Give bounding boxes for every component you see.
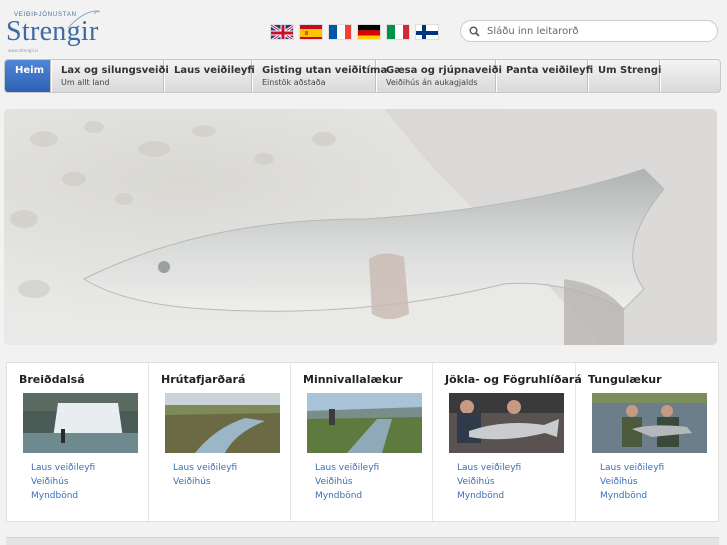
- nav-item-label: Panta veiðileyfi: [506, 65, 594, 76]
- river-panels: Breiðdalsá Laus veiðileyfi Veiðihús Mynd…: [6, 362, 719, 522]
- river-photo[interactable]: [449, 393, 564, 453]
- nav-item-home[interactable]: Heim: [5, 60, 51, 92]
- nav-item-sublabel: Um allt land: [61, 78, 110, 87]
- river-title[interactable]: Jökla- og Fögruhlíðará: [445, 373, 582, 386]
- nav-item-label: Lax og silungsveiði: [61, 65, 169, 76]
- nav-item-label: Heim: [15, 65, 44, 76]
- nav-item-label: Gisting utan veiðitíma: [262, 65, 388, 76]
- link-available-permits[interactable]: Laus veiðileyfi: [315, 461, 379, 475]
- search-box: [460, 20, 718, 42]
- river-photo[interactable]: [165, 393, 280, 453]
- france-flag-icon[interactable]: [328, 24, 352, 40]
- river-title[interactable]: Breiðdalsá: [19, 373, 148, 386]
- link-lodge[interactable]: Veiðihús: [600, 475, 664, 489]
- spain-flag-icon[interactable]: [299, 24, 323, 40]
- river-panel-hrutafjardara: Hrútafjarðará Laus veiðileyfi Veiðihús: [149, 363, 291, 521]
- river-panel-minnivallalaekur: Minnivallalækur Laus veiðileyfi Veiðihús…: [291, 363, 433, 521]
- river-title[interactable]: Minnivallalækur: [303, 373, 432, 386]
- river-links: Laus veiðileyfi Veiðihús Myndbönd: [31, 461, 95, 503]
- link-available-permits[interactable]: Laus veiðileyfi: [600, 461, 664, 475]
- link-videos[interactable]: Myndbönd: [457, 489, 521, 503]
- nav-item-sublabel: Einstök aðstaða: [262, 78, 326, 87]
- river-photo[interactable]: [307, 393, 422, 453]
- nav-item-label: Gæsa og rjúpnaveiði: [386, 65, 502, 76]
- link-videos[interactable]: Myndbönd: [315, 489, 379, 503]
- logo-url: www.strengir.is: [8, 48, 39, 53]
- link-available-permits[interactable]: Laus veiðileyfi: [31, 461, 95, 475]
- salmon-photo: [4, 109, 717, 345]
- finland-flag-icon[interactable]: [415, 24, 439, 40]
- nav-item-label: Um Strengi: [598, 65, 662, 76]
- river-photo[interactable]: [23, 393, 138, 453]
- nav-item-lodging[interactable]: Gisting utan veiðitíma Einstök aðstaða: [252, 60, 388, 92]
- nav-item-sublabel: Veiðihús án aukagjalds: [386, 78, 478, 87]
- river-panel-breiddalsa: Breiðdalsá Laus veiðileyfi Veiðihús Mynd…: [7, 363, 149, 521]
- river-links: Laus veiðileyfi Veiðihús Myndbönd: [457, 461, 521, 503]
- nav-item-goose-ptarmigan[interactable]: Gæsa og rjúpnaveiði Veiðihús án aukagjal…: [376, 60, 502, 92]
- fishing-line-icon: [67, 10, 101, 29]
- germany-flag-icon[interactable]: [357, 24, 381, 40]
- link-lodge[interactable]: Veiðihús: [31, 475, 95, 489]
- link-lodge[interactable]: Veiðihús: [457, 475, 521, 489]
- river-title[interactable]: Hrútafjarðará: [161, 373, 290, 386]
- nav-item-salmon-trout[interactable]: Lax og silungsveiði Um allt land: [51, 60, 169, 92]
- language-selector: [270, 24, 439, 40]
- river-panel-tungulaekur: Tungulækur Laus veiðileyfi Veiðihús Mynd…: [576, 363, 718, 521]
- nav-item-about[interactable]: Um Strengi: [588, 60, 662, 92]
- nav-item-label: Laus veiðileyfi: [174, 65, 255, 76]
- uk-flag-icon[interactable]: [270, 24, 294, 40]
- italy-flag-icon[interactable]: [386, 24, 410, 40]
- link-available-permits[interactable]: Laus veiðileyfi: [457, 461, 521, 475]
- river-links: Laus veiðileyfi Veiðihús Myndbönd: [600, 461, 664, 503]
- river-photo[interactable]: [592, 393, 707, 453]
- site-logo[interactable]: VEIÐIÞJÓNUSTAN Strengir www.strengir.is: [6, 8, 101, 53]
- link-videos[interactable]: Myndbönd: [31, 489, 95, 503]
- link-videos[interactable]: Myndbönd: [600, 489, 664, 503]
- link-available-permits[interactable]: Laus veiðileyfi: [173, 461, 237, 475]
- search-input[interactable]: [487, 25, 707, 37]
- search-icon[interactable]: [467, 24, 481, 38]
- link-lodge[interactable]: Veiðihús: [315, 475, 379, 489]
- river-links: Laus veiðileyfi Veiðihús: [173, 461, 237, 489]
- river-title[interactable]: Tungulækur: [588, 373, 718, 386]
- nav-item-order-permits[interactable]: Panta veiðileyfi: [496, 60, 594, 92]
- nav-item-available-permits[interactable]: Laus veiðileyfi: [164, 60, 255, 92]
- link-lodge[interactable]: Veiðihús: [173, 475, 237, 489]
- footer-strip: [6, 537, 719, 545]
- hero-banner: [4, 109, 717, 345]
- river-links: Laus veiðileyfi Veiðihús Myndbönd: [315, 461, 379, 503]
- main-navigation: Heim Lax og silungsveiði Um allt land La…: [4, 59, 721, 93]
- river-panel-jokla: Jökla- og Fögruhlíðará Laus veiðileyfi V…: [433, 363, 582, 521]
